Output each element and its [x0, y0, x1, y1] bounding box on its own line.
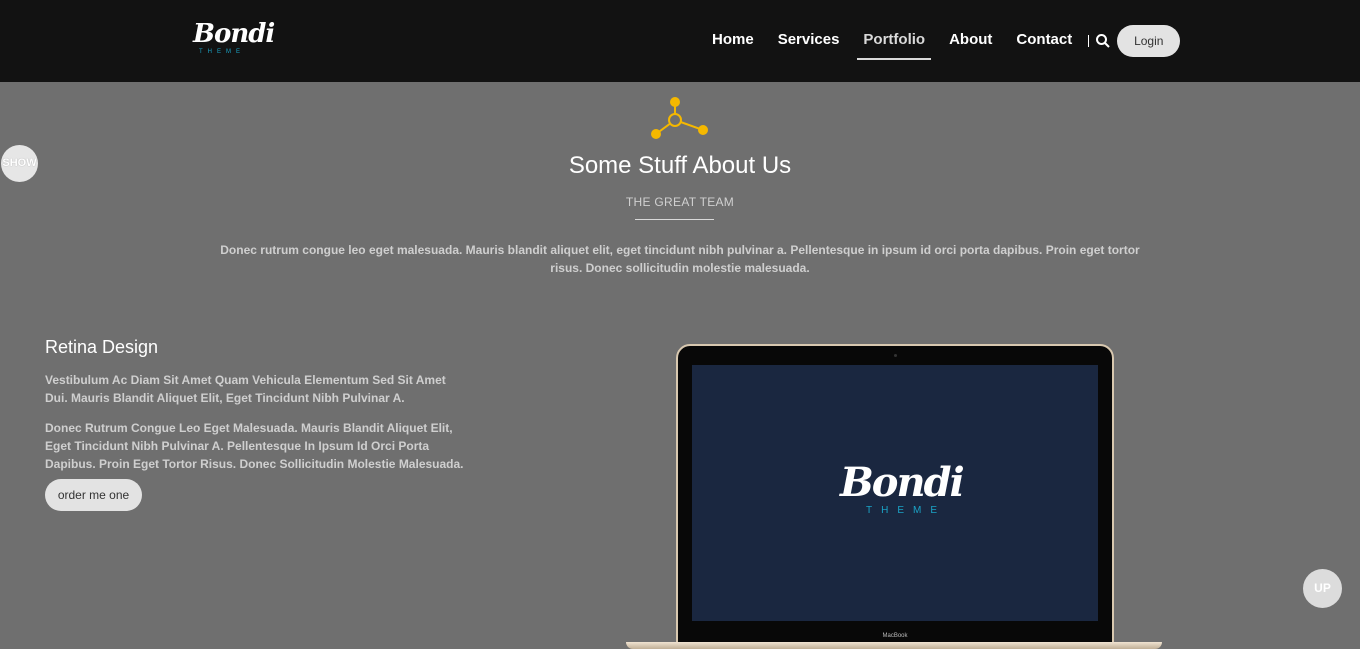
about-title: Some Stuff About Us	[568, 152, 792, 179]
scroll-up-button[interactable]: UP	[1303, 569, 1342, 608]
screen-logo: Bondi THEME	[840, 459, 965, 517]
about-subtitle: THE GREAT TEAM	[625, 195, 735, 209]
about-divider	[635, 219, 714, 220]
site-header: Bondi THEME Home Services Portfolio Abou…	[0, 0, 1360, 82]
nav-contact[interactable]: Contact	[1004, 24, 1084, 58]
nav-portfolio[interactable]: Portfolio	[851, 24, 937, 60]
nav-about[interactable]: About	[937, 24, 1004, 58]
order-button[interactable]: order me one	[45, 479, 142, 511]
nav-separator	[1088, 35, 1090, 47]
molecule-icon	[651, 97, 708, 139]
login-button[interactable]: Login	[1117, 25, 1181, 57]
laptop-image: Bondi THEME MacBook	[676, 344, 1114, 645]
laptop-screen: Bondi THEME	[692, 365, 1098, 621]
screen-logo-name: Bondi	[840, 459, 965, 506]
logo-name: Bondi	[193, 19, 275, 49]
screen-logo-sub: THEME	[866, 505, 946, 516]
logo-sub: THEME	[199, 49, 245, 55]
about-text: Donec rutrum congue leo eget malesuada. …	[220, 243, 1140, 275]
laptop-brand: MacBook	[882, 633, 908, 639]
feature-paragraph-1: Vestibulum Ac Diam Sit Amet Quam Vehicul…	[45, 373, 446, 405]
laptop-base	[626, 642, 1162, 649]
site-logo[interactable]: Bondi THEME	[193, 19, 275, 60]
laptop-camera	[894, 354, 897, 357]
nav-home[interactable]: Home	[700, 24, 766, 58]
feature-title: Retina Design	[45, 337, 159, 357]
main-nav: Home Services Portfolio About Contact Lo…	[700, 24, 1181, 60]
search-icon[interactable]	[1095, 33, 1111, 49]
nav-services[interactable]: Services	[766, 24, 852, 58]
feature-paragraph-2: Donec Rutrum Congue Leo Eget Malesuada. …	[45, 421, 464, 471]
